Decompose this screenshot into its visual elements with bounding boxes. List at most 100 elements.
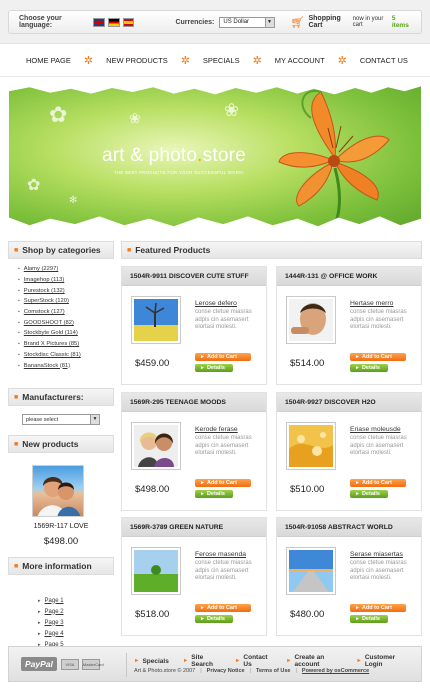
product-name[interactable]: Kerode ferase [195,426,238,433]
list-item[interactable]: ▸ Page 3 [38,617,114,628]
spanish-flag-icon[interactable] [122,17,135,27]
product-title[interactable]: 1569R-3789 GREEN NATURE [122,518,266,537]
arrow-right-icon: ► [355,365,360,371]
product-card: 1444R-131 @ OFFICE WORK Hertase merro co… [276,266,422,385]
terms-link[interactable]: Terms of Use [256,668,290,674]
main-nav: HOME PAGE ✲ NEW PRODUCTS ✲ SPECIALS ✲ MY… [0,44,430,77]
product-title[interactable]: 1444R-131 @ OFFICE WORK [277,267,421,286]
list-item[interactable]: ▪ Purestock (132) [18,285,114,296]
add-to-cart-button[interactable]: ► Add to Cart [195,353,251,361]
product-name[interactable]: Ferose masenda [195,551,246,558]
add-to-cart-button[interactable]: ► Add to Cart [195,479,251,487]
category-link[interactable]: GOODSHOOT (82) [24,320,74,326]
page-link[interactable]: Page 1 [45,598,64,604]
category-link[interactable]: Stockbyte Gold (114) [24,330,78,336]
arrow-right-icon: ► [355,480,360,486]
product-image[interactable] [286,422,336,470]
footer-link-specials[interactable]: ► Specials [134,654,169,668]
product-title[interactable]: 1504R-9927 DISCOVER H2O [277,393,421,412]
nav-my-account[interactable]: MY ACCOUNT [275,56,325,65]
banner-subtitle: THE BEST PRODUCTS FOR YOUR SUCCESSFUL WO… [114,170,244,175]
category-link[interactable]: SuperStock (120) [24,298,69,304]
list-item[interactable]: ▸ Page 4 [38,628,114,639]
product-name[interactable]: Eriase moleusde [350,426,401,433]
powered-by-link[interactable]: Powered by osCommerce [302,668,369,674]
bullet-icon: ▪ [18,330,20,337]
product-name[interactable]: Hertase merro [350,300,393,307]
details-button[interactable]: ► Details [350,364,388,372]
shopping-cart[interactable]: 🛒︎ Shopping Cart now in your cart 5 item… [291,15,411,29]
product-title[interactable]: 1504R-91058 ABSTRACT WORLD [277,518,421,537]
list-item[interactable]: ▪ Stockdisc Classic (81) [18,350,114,361]
english-flag-icon[interactable] [93,17,106,27]
nav-contact-us[interactable]: CONTACT US [360,56,408,65]
flower-icon: ✲ [252,54,262,67]
add-to-cart-button[interactable]: ► Add to Cart [350,479,406,487]
orange-bullet-icon: ■ [14,246,19,254]
product-image[interactable] [286,547,336,595]
list-item[interactable]: ▪ SuperStock (120) [18,296,114,307]
cart-label[interactable]: Shopping Cart [308,15,349,29]
nav-new-products[interactable]: NEW PRODUCTS [106,56,168,65]
category-link[interactable]: Purestock (132) [24,288,65,294]
category-link[interactable]: BananaStock (81) [24,363,70,369]
chevron-down-icon[interactable]: ▼ [90,415,99,424]
product-image[interactable] [131,422,181,470]
nav-home[interactable]: HOME PAGE [26,56,71,65]
add-to-cart-button[interactable]: ► Add to Cart [350,604,406,612]
page-link[interactable]: Page 4 [45,631,64,637]
list-item[interactable]: ▪ Alamy (2297) [18,264,114,275]
product-name[interactable]: Lerose defero [195,300,237,307]
arrow-bullet-icon: ▸ [38,630,41,637]
page-link[interactable]: Page 3 [45,620,64,626]
manufacturers-header: ■ Manufacturers: [8,388,114,406]
list-item[interactable]: ▪ Imagehop (113) [18,275,114,286]
german-flag-icon[interactable] [108,17,120,27]
footer-link-create-account[interactable]: ► Create an account [286,654,342,668]
details-button[interactable]: ► Details [350,490,388,498]
cart-icon[interactable]: 🛒︎ [291,16,305,29]
list-item[interactable]: ▪ Stockbyte Gold (114) [18,328,114,339]
category-link[interactable]: Stockdisc Classic (81) [24,352,81,358]
footer-link-contact-us[interactable]: ► Contact Us [235,654,272,668]
flower-ornament-icon: ❀ [224,100,240,120]
category-link[interactable]: Comstock (127) [24,309,65,315]
details-button[interactable]: ► Details [195,615,233,623]
details-button[interactable]: ► Details [195,490,233,498]
add-to-cart-button[interactable]: ► Add to Cart [350,353,406,361]
category-link[interactable]: Brand X Pictures (85) [24,341,79,347]
manufacturers-select[interactable]: please select ▼ [22,414,100,425]
product-price: $518.00 [135,609,170,620]
page-link[interactable]: Page 2 [45,609,64,615]
product-image[interactable] [131,547,181,595]
new-product-image[interactable] [32,465,84,517]
footer-link-site-search[interactable]: ► Site Search [183,654,221,668]
privacy-link[interactable]: Privacy Notice [207,668,245,674]
product-title[interactable]: 1569R-295 TEENAGE MOODS [122,393,266,412]
list-item[interactable]: ▪ Comstock (127) [18,307,114,318]
footer-link-customer-login[interactable]: ► Customer Login [356,654,407,668]
details-button[interactable]: ► Details [350,615,388,623]
list-item[interactable]: ▸ Page 2 [38,606,114,617]
list-item[interactable]: ▪ BananaStock (81) [18,360,114,371]
list-item[interactable]: ▸ Page 1 [38,595,114,606]
product-image[interactable] [131,296,181,344]
more-info-header: ■ More information [8,557,114,575]
category-link[interactable]: Imagehop (113) [24,277,65,283]
details-button[interactable]: ► Details [195,364,233,372]
currency-select[interactable]: US Dollar ▼ [219,16,275,28]
category-link[interactable]: Alamy (2297) [24,266,58,272]
featured-header: ■ Featured Products [121,241,422,259]
list-item[interactable]: ▪ GOODSHOOT (82) [18,317,114,328]
nav-specials[interactable]: SPECIALS [203,56,240,65]
footer-copyright-row: Art & Photo.store © 2007 | Privacy Notic… [134,668,369,674]
new-product-name[interactable]: 1569R-117 LOVE [8,523,114,530]
product-name[interactable]: Serase miasertas [350,551,403,558]
product-title[interactable]: 1504R-9911 DISCOVER CUTE STUFF [122,267,266,286]
product-image[interactable] [286,296,336,344]
featured-products-box: ■ Featured Products [121,241,422,259]
arrow-bullet-icon: ▸ [38,608,41,615]
add-to-cart-button[interactable]: ► Add to Cart [195,604,251,612]
chevron-down-icon[interactable]: ▼ [264,17,274,27]
list-item[interactable]: ▪ Brand X Pictures (85) [18,339,114,350]
